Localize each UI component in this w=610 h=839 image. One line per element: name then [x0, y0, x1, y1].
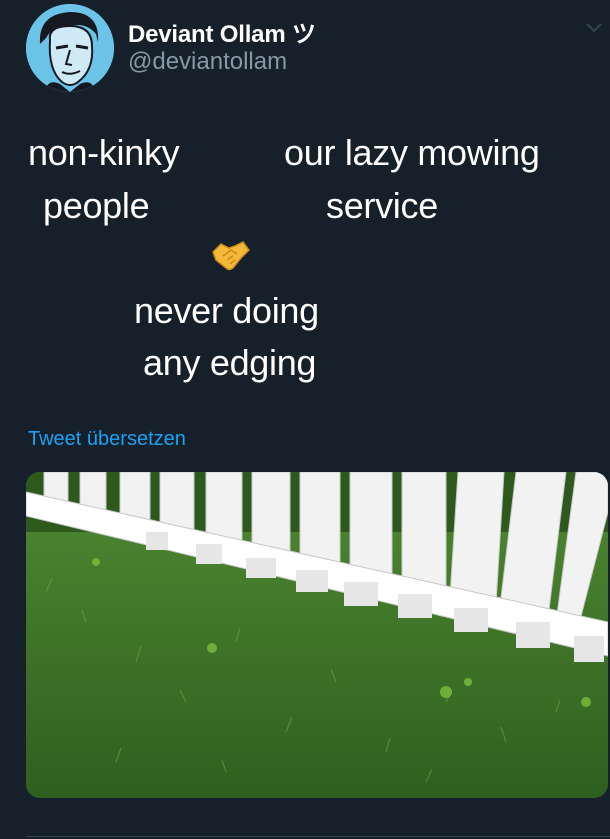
tweet-text-left-1: non-kinky	[28, 132, 180, 173]
chevron-down-icon[interactable]	[586, 22, 602, 34]
avatar-portrait-icon	[26, 4, 114, 92]
tweet-text-left-2: people	[43, 185, 150, 226]
tweet-text-right-1: our lazy mowing	[284, 132, 540, 173]
tweet-divider	[26, 836, 610, 837]
tweet-text-right-2: service	[326, 185, 438, 226]
handshake-emoji-icon	[212, 241, 250, 271]
display-name[interactable]: Deviant Ollam ツ	[128, 14, 316, 49]
tweet-text-center-2: any edging	[143, 342, 317, 383]
tweet-media-image[interactable]	[26, 472, 608, 798]
user-handle[interactable]: @deviantollam	[128, 48, 287, 76]
translate-tweet-link[interactable]: Tweet übersetzen	[28, 428, 186, 451]
tweet-text-center-1: never doing	[134, 290, 319, 331]
fence-grass-photo	[26, 472, 608, 798]
avatar[interactable]	[26, 4, 114, 92]
